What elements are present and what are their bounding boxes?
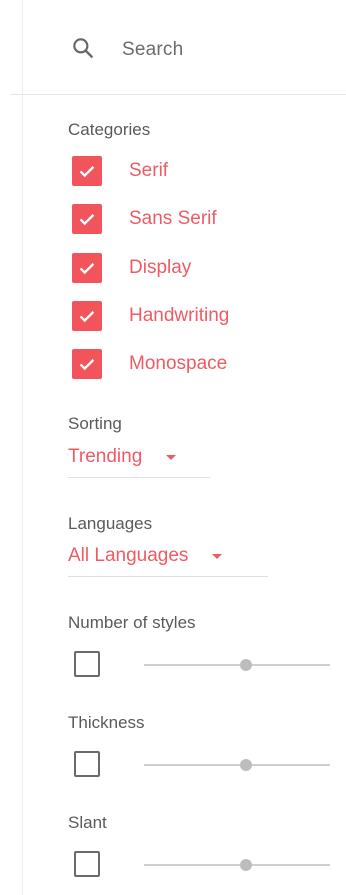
checkbox-checked-icon[interactable]	[72, 349, 102, 379]
search-icon	[70, 35, 96, 66]
thickness-slider-track[interactable]	[144, 764, 330, 766]
dropdown-arrow-icon	[212, 553, 223, 559]
thickness-checkbox[interactable]	[74, 751, 100, 777]
category-label: Display	[129, 257, 192, 278]
number-of-styles-slider-handle[interactable]	[240, 659, 253, 671]
number-of-styles-filter	[74, 651, 334, 681]
sorting-dropdown[interactable]: Trending	[68, 437, 210, 478]
thickness-heading: Thickness	[68, 713, 145, 732]
category-sans-serif[interactable]: Sans Serif	[72, 203, 217, 235]
category-label: Monospace	[129, 353, 228, 374]
dropdown-arrow-icon	[166, 454, 177, 460]
divider	[10, 94, 346, 95]
thickness-slider-handle[interactable]	[240, 759, 253, 771]
languages-value: All Languages	[68, 545, 189, 566]
checkbox-checked-icon[interactable]	[72, 156, 102, 186]
category-label: Sans Serif	[129, 208, 217, 229]
category-label: Handwriting	[129, 305, 230, 326]
search-input[interactable]: Search	[122, 39, 183, 61]
languages-dropdown[interactable]: All Languages	[68, 536, 268, 577]
slant-slider-handle[interactable]	[240, 859, 253, 871]
number-of-styles-checkbox[interactable]	[74, 651, 100, 677]
slant-slider-track[interactable]	[144, 864, 330, 866]
number-of-styles-slider-track[interactable]	[144, 664, 330, 666]
checkbox-checked-icon[interactable]	[72, 253, 102, 283]
categories-heading: Categories	[68, 120, 151, 139]
category-display[interactable]: Display	[72, 252, 191, 284]
search-bar[interactable]: Search	[70, 34, 183, 66]
category-monospace[interactable]: Monospace	[72, 348, 227, 380]
category-handwriting[interactable]: Handwriting	[72, 300, 229, 332]
category-serif[interactable]: Serif	[72, 155, 168, 187]
checkbox-checked-icon[interactable]	[72, 204, 102, 234]
slant-filter	[74, 851, 334, 881]
thickness-filter	[74, 751, 334, 781]
slant-checkbox[interactable]	[74, 851, 100, 877]
slant-heading: Slant	[68, 813, 107, 832]
number-of-styles-heading: Number of styles	[68, 613, 196, 632]
checkbox-checked-icon[interactable]	[72, 301, 102, 331]
languages-heading: Languages	[68, 514, 153, 533]
sorting-heading: Sorting	[68, 414, 122, 433]
sorting-value: Trending	[68, 446, 143, 467]
category-label: Serif	[129, 160, 169, 181]
sidebar-edge	[0, 0, 23, 895]
